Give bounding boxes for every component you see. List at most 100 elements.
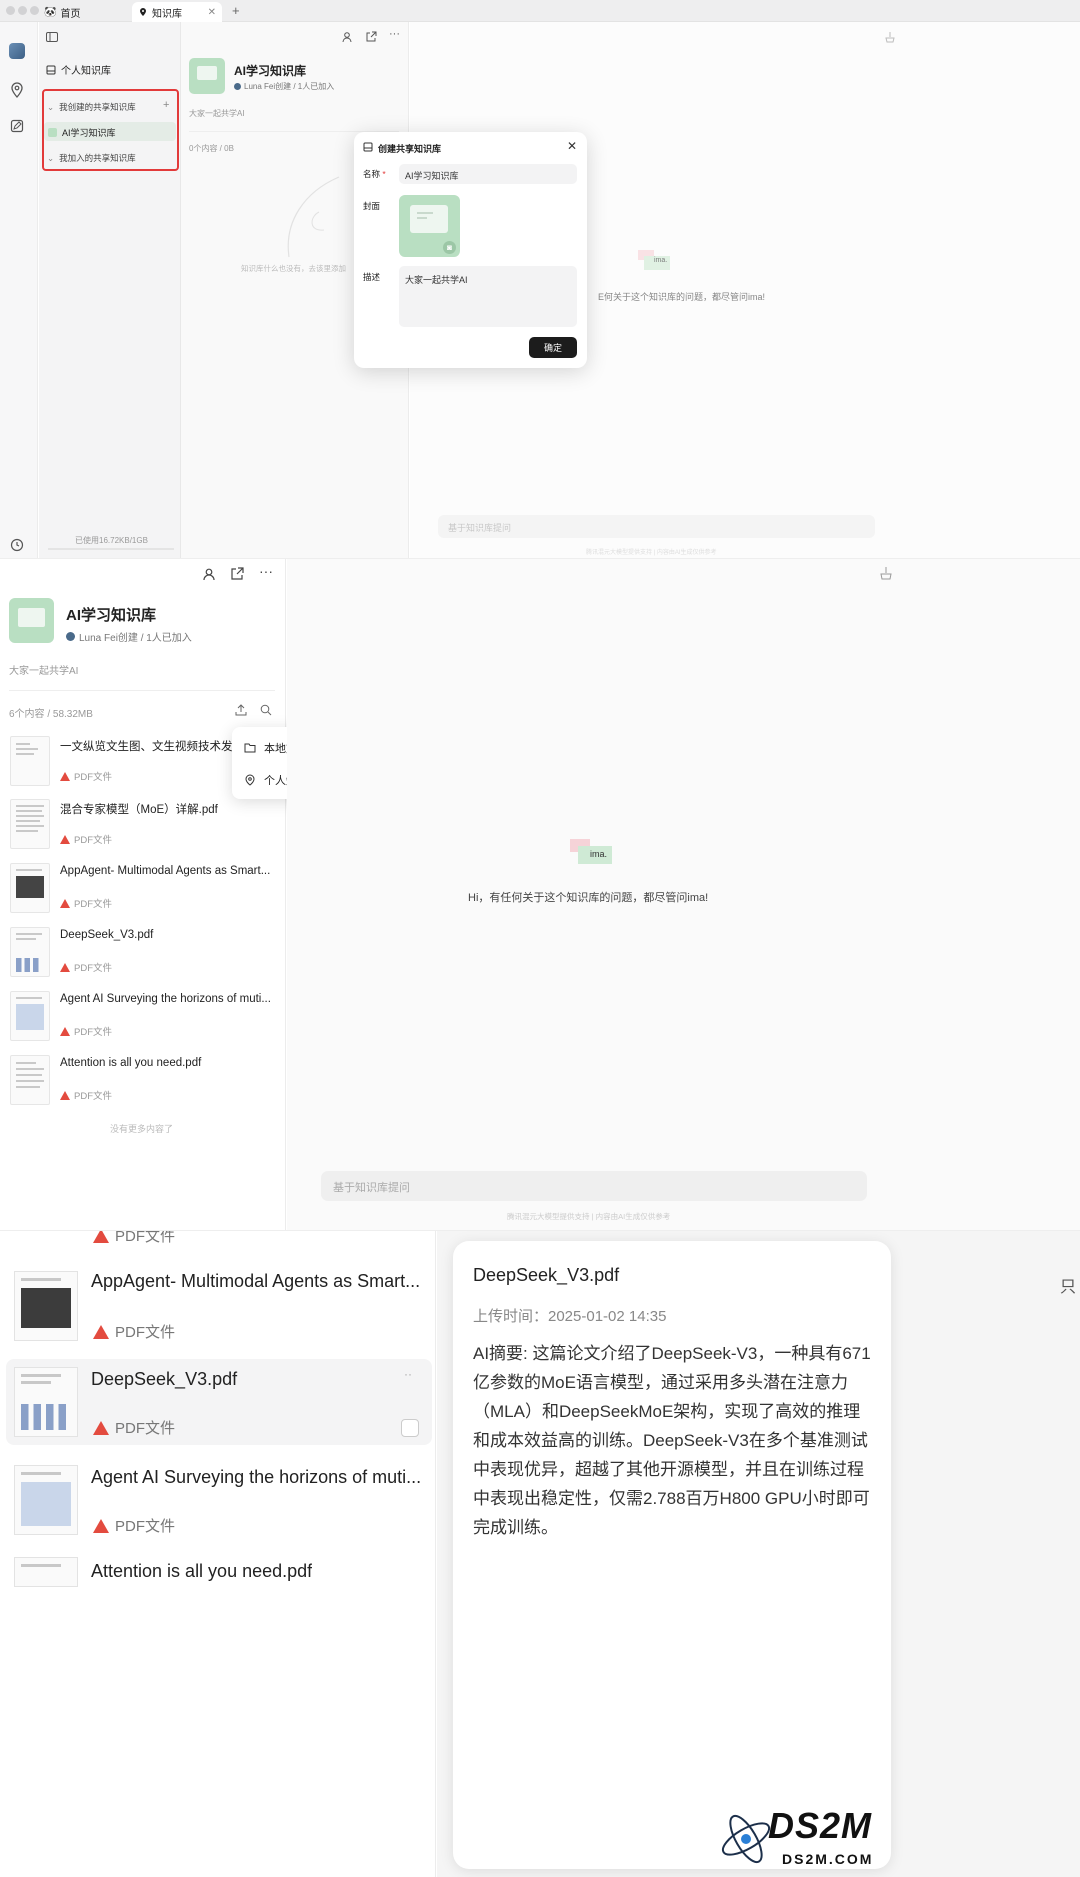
desc-label: 描述 bbox=[363, 272, 381, 282]
file-name: AppAgent- Multimodal Agents as Smart... bbox=[91, 1271, 421, 1291]
tab-label: 首页 bbox=[60, 8, 81, 20]
tab-label: 知识库 bbox=[152, 8, 182, 20]
desc-field[interactable]: 大家一起共学AI bbox=[399, 266, 577, 327]
end-of-list-text: 没有更多内容了 bbox=[110, 1124, 174, 1134]
cover-picker[interactable]: ◙ bbox=[399, 195, 460, 257]
folder-icon bbox=[244, 743, 256, 753]
create-shared-kb-dialog: 创建共享知识库 ✕ 名称 * AI学习知识库 封面 ◙ 描述 大家一起共学AI bbox=[354, 132, 587, 368]
tab-home[interactable]: 🐼 首页 bbox=[38, 2, 86, 22]
confirm-button[interactable]: 确定 bbox=[529, 337, 577, 358]
watermark-sub: DS2M.COM bbox=[782, 1851, 874, 1867]
sidebar-toggle-icon[interactable] bbox=[46, 32, 58, 42]
kb-detail-panel: ··· AI学习知识库 Luna Fei创建 / 1人已加入 大家一起共学AI … bbox=[0, 559, 286, 1230]
kb-creator: Luna Fei创建 / 1人已加入 bbox=[66, 629, 192, 644]
kb-title: AI学习知识库 bbox=[66, 607, 157, 624]
list-item-selected[interactable]: DeepSeek_V3.pdf PDF文件 ·· bbox=[0, 1359, 436, 1445]
file-type: PDF文件 bbox=[60, 1024, 112, 1038]
search-icon[interactable] bbox=[260, 704, 272, 716]
close-tab-icon[interactable]: ✕ bbox=[208, 7, 216, 18]
tab-knowledge-base[interactable]: 知识库 ✕ bbox=[132, 2, 222, 22]
sidebar-item-joined-shared[interactable]: ⌄ 我加入的共享知识库 bbox=[47, 152, 136, 164]
pdf-icon bbox=[93, 1518, 109, 1533]
file-type: PDF文件 bbox=[60, 832, 112, 846]
pdf-icon bbox=[60, 962, 70, 972]
more-icon[interactable]: ··· bbox=[259, 563, 273, 579]
file-name: DeepSeek_V3.pdf bbox=[91, 1369, 238, 1389]
location-pin-icon bbox=[140, 8, 146, 16]
close-icon[interactable]: ✕ bbox=[567, 139, 577, 153]
chat-input[interactable]: 基于知识库提问 bbox=[321, 1171, 867, 1201]
file-type: PDF文件 bbox=[60, 1088, 112, 1102]
pdf-icon bbox=[60, 834, 70, 844]
members-icon[interactable] bbox=[202, 567, 216, 581]
avatar[interactable] bbox=[9, 43, 25, 59]
ds2m-watermark: DS2M DS2M.COM bbox=[712, 1799, 1080, 1877]
file-type: PDF文件 bbox=[93, 1515, 175, 1536]
name-field[interactable]: AI学习知识库 bbox=[399, 164, 577, 184]
location-pin-icon bbox=[245, 774, 255, 786]
list-item[interactable]: Agent AI Surveying the horizons of muti.… bbox=[0, 1457, 436, 1557]
list-item[interactable]: AppAgent- Multimodal Agents as Smart... … bbox=[0, 1261, 436, 1371]
more-icon[interactable]: ··· bbox=[389, 28, 400, 40]
pdf-icon bbox=[60, 898, 70, 908]
ai-summary: AI摘要: 这篇论文介绍了DeepSeek-V3，一种具有671亿参数的MoE语… bbox=[473, 1344, 871, 1537]
list-item[interactable]: AppAgent- Multimodal Agents as Smart... … bbox=[0, 863, 280, 927]
location-pin-icon[interactable] bbox=[10, 82, 24, 98]
sidebar-item-personal-kb[interactable]: 个人知识库 bbox=[46, 62, 111, 77]
list-item[interactable]: Agent AI Surveying the horizons of muti.… bbox=[0, 991, 280, 1055]
empty-state-text: 知识库什么也没有，去该里添加 bbox=[241, 264, 346, 273]
file-name: Agent AI Surveying the horizons of muti.… bbox=[91, 1467, 422, 1487]
file-type: PDF文件 bbox=[93, 1417, 175, 1438]
dialog-title: 创建共享知识库 bbox=[378, 144, 442, 154]
kb-title: AI学习知识库 bbox=[234, 64, 307, 78]
file-name: Agent AI Surveying the horizons of muti.… bbox=[60, 993, 271, 1005]
new-tab-icon[interactable]: + bbox=[232, 3, 240, 18]
file-type: PDF文件 bbox=[60, 896, 112, 910]
file-thumbnail bbox=[14, 1557, 78, 1587]
sidebar-item-label: AI学习知识库 bbox=[62, 128, 116, 138]
list-item[interactable]: Attention is all you need.pdf bbox=[0, 1557, 436, 1587]
avatar bbox=[234, 83, 241, 90]
edit-note-icon[interactable] bbox=[10, 119, 24, 133]
file-thumbnail bbox=[14, 1465, 78, 1535]
list-item[interactable]: 混合专家模型（MoE）详解.pdf PDF文件 bbox=[0, 799, 280, 863]
broom-icon[interactable] bbox=[879, 566, 893, 580]
chevron-down-icon: ⌄ bbox=[47, 152, 55, 163]
kb-content-count: 6个内容 / 58.32MB bbox=[9, 709, 93, 720]
chevron-down-icon: ⌄ bbox=[47, 101, 55, 112]
file-thumbnail bbox=[10, 927, 50, 977]
file-thumbnail bbox=[14, 1271, 78, 1341]
more-icon[interactable]: ·· bbox=[404, 1367, 412, 1381]
upload-icon[interactable] bbox=[235, 704, 247, 716]
pdf-icon bbox=[93, 1231, 109, 1243]
minimize-window-button[interactable] bbox=[18, 6, 27, 15]
partial-text: 只 bbox=[1060, 1279, 1077, 1296]
kb-cover bbox=[9, 598, 54, 643]
members-icon[interactable] bbox=[341, 31, 353, 43]
select-checkbox[interactable] bbox=[401, 1419, 419, 1437]
camera-icon[interactable]: ◙ bbox=[443, 241, 456, 254]
history-clock-icon[interactable] bbox=[10, 538, 24, 552]
sidebar-item-ai-kb[interactable]: AI学习知识库 bbox=[48, 126, 116, 139]
kb-creator-text: Luna Fei创建 / 1人已加入 bbox=[79, 633, 192, 644]
close-window-button[interactable] bbox=[6, 6, 15, 15]
list-item[interactable]: DeepSeek_V3.pdf PDF文件 bbox=[0, 927, 280, 991]
file-name: Attention is all you need.pdf bbox=[91, 1561, 313, 1581]
pdf-icon bbox=[60, 1090, 70, 1100]
file-name: 混合专家模型（MoE）详解.pdf bbox=[60, 804, 218, 816]
kb-creator: Luna Fei创建 / 1人已加入 bbox=[234, 81, 334, 92]
sidebar-item-my-shared[interactable]: ⌄ 我创建的共享知识库 bbox=[47, 101, 136, 113]
watermark-main: DS2M bbox=[768, 1805, 873, 1846]
cover-label: 封面 bbox=[363, 201, 381, 211]
file-type: PDF文件 bbox=[93, 1231, 175, 1246]
empty-illustration-icon bbox=[287, 176, 340, 258]
file-thumbnail bbox=[10, 799, 50, 849]
file-name: DeepSeek_V3.pdf bbox=[60, 929, 154, 941]
share-icon[interactable] bbox=[230, 567, 244, 581]
list-item[interactable]: Attention is all you need.pdf PDF文件 bbox=[0, 1055, 280, 1119]
pdf-icon bbox=[60, 771, 70, 781]
add-shared-kb-icon[interactable]: + bbox=[163, 99, 169, 111]
pdf-icon bbox=[60, 1026, 70, 1036]
panel-kb-files: ··· AI学习知识库 Luna Fei创建 / 1人已加入 大家一起共学AI … bbox=[0, 558, 1080, 1230]
share-icon[interactable] bbox=[365, 31, 377, 43]
